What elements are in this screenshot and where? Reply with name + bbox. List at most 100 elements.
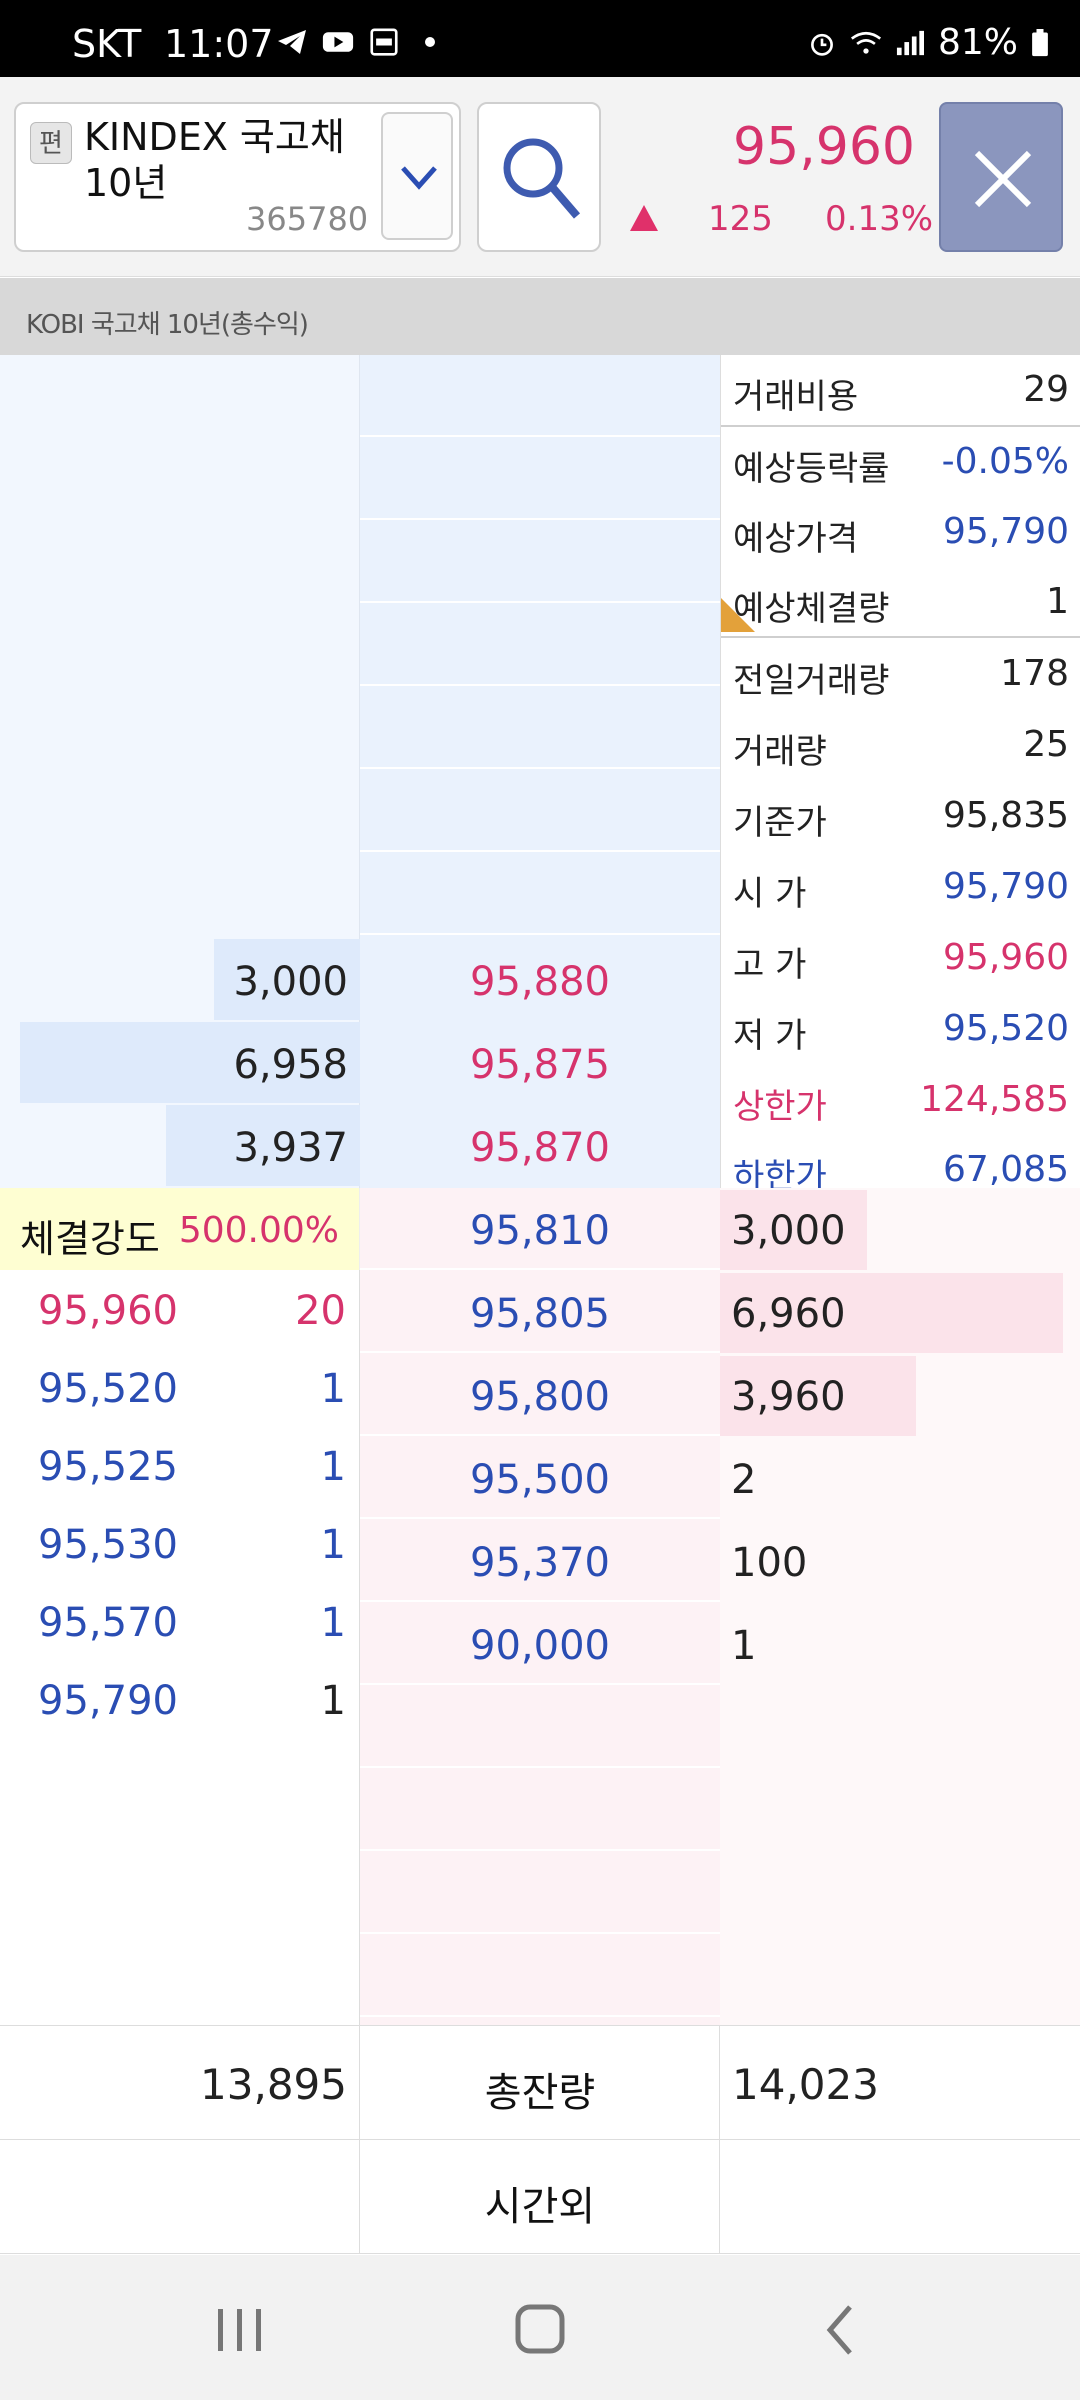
change-percent: 0.13% [825, 199, 934, 239]
notification-icons [276, 28, 446, 56]
info-value: 67,085 [943, 1149, 1069, 1188]
after-hours-label: 시간외 [484, 2184, 596, 2230]
ask-price: 95,880 [470, 959, 610, 1005]
ask-row[interactable]: 6,958 95,875 [0, 1022, 720, 1105]
search-button[interactable] [477, 102, 601, 252]
info-label: 기준가 [733, 803, 827, 843]
trade-row: 95,530 1 [0, 1504, 360, 1582]
info-label: 거래량 [733, 732, 827, 772]
trade-price: 95,520 [38, 1366, 178, 1412]
trade-price: 95,525 [38, 1444, 178, 1490]
empty-bid-row[interactable] [360, 1935, 720, 2017]
edit-badge[interactable]: 편 [30, 122, 72, 164]
bid-price[interactable]: 95,805 [360, 1291, 720, 1337]
recent-apps-button[interactable] [200, 2295, 280, 2365]
wifi-icon [850, 31, 882, 54]
info-value: 95,790 [943, 511, 1069, 552]
trade-qty: 1 [320, 1678, 346, 1724]
empty-ask-row[interactable] [360, 687, 720, 769]
after-hours-ask-cell [0, 2140, 360, 2254]
info-value: 95,835 [943, 795, 1069, 836]
bid-qty: 2 [731, 1457, 757, 1503]
back-button[interactable] [800, 2295, 880, 2365]
ask-price: 95,870 [470, 1125, 610, 1171]
info-label: 예상등락률 [733, 449, 890, 489]
info-value: -0.05% [941, 441, 1069, 482]
empty-ask-row[interactable] [360, 355, 720, 437]
youtube-icon [322, 32, 354, 52]
info-value: 29 [1023, 369, 1069, 410]
empty-ask-row[interactable] [360, 770, 720, 852]
dropdown-button[interactable] [381, 112, 453, 240]
info-prev-volume: 전일거래량 178 [721, 639, 1080, 709]
empty-bid-row[interactable] [360, 1852, 720, 1934]
index-label: KOBI 국고채 10년(총수익) [26, 310, 309, 340]
trade-price: 95,790 [38, 1678, 178, 1724]
dot-icon [425, 37, 435, 47]
ask-qty: 3,937 [233, 1125, 348, 1171]
recent-apps-icon [218, 2309, 261, 2351]
after-hours-row: 시간외 [0, 2140, 1080, 2254]
info-volume: 거래량 25 [721, 710, 1080, 780]
trade-row: 95,790 1 [0, 1660, 360, 1738]
info-value: 25 [1023, 724, 1069, 765]
info-low: 저 가 95,520 [721, 994, 1080, 1064]
close-icon [974, 150, 1032, 208]
trade-row: 95,570 1 [0, 1582, 360, 1660]
trade-qty: 20 [295, 1288, 346, 1334]
bid-price[interactable]: 95,810 [360, 1208, 720, 1254]
battery-icon [1032, 28, 1048, 56]
change-value: 125 [708, 199, 773, 239]
empty-ask-row[interactable] [360, 604, 720, 686]
info-value: 95,790 [943, 866, 1069, 907]
info-expected-rate: 예상등락률 -0.05% [721, 427, 1080, 497]
empty-ask-row[interactable] [360, 438, 720, 520]
strength-value: 500.00% [178, 1210, 339, 1251]
bid-qty: 3,960 [731, 1374, 846, 1420]
alarm-icon [811, 33, 833, 56]
empty-bid-row[interactable] [360, 1686, 720, 1768]
bid-price[interactable]: 95,500 [360, 1457, 720, 1503]
info-label: 예상체결량 [733, 589, 890, 629]
index-bar: KOBI 국고채 10년(총수익) [0, 278, 1080, 355]
after-hours-bid-cell [720, 2140, 1080, 2254]
stock-code: 365780 [246, 200, 369, 238]
bid-qty: 6,960 [731, 1291, 846, 1337]
trade-price: 95,530 [38, 1522, 178, 1568]
divider [721, 636, 1080, 638]
order-book: 3,000 95,880 6,958 95,875 3,937 95,870 거… [0, 355, 1080, 2025]
info-label: 하한가 [733, 1157, 827, 1188]
ask-row[interactable]: 3,000 95,880 [0, 939, 720, 1022]
total-remaining-row: 13,895 총잔량 14,023 [0, 2026, 1080, 2140]
bid-qty: 3,000 [731, 1208, 846, 1254]
empty-bid-row[interactable] [360, 1769, 720, 1851]
trade-qty: 1 [320, 1600, 346, 1646]
up-arrow-icon [630, 205, 658, 231]
trade-qty: 1 [320, 1444, 346, 1490]
stock-selector[interactable]: 편 KINDEX 국고채10년 365780 [14, 102, 461, 252]
stock-header: 편 KINDEX 국고채10년 365780 95,960 125 0.13% [0, 77, 1080, 277]
strength-label: 체결강도 [20, 1217, 160, 1261]
bid-price[interactable]: 95,370 [360, 1540, 720, 1586]
bid-price[interactable]: 95,800 [360, 1374, 720, 1420]
empty-ask-row[interactable] [360, 853, 720, 935]
payco-icon [370, 28, 398, 56]
telegram-icon [278, 30, 306, 54]
info-label: 저 가 [733, 1016, 807, 1056]
ask-row[interactable]: 3,937 95,870 [0, 1105, 720, 1188]
info-open: 시 가 95,790 [721, 852, 1080, 922]
ask-total-cell: 13,895 [0, 2026, 360, 2140]
current-price: 95,960 [733, 117, 915, 177]
system-icons: 81% [806, 22, 1050, 63]
search-icon [503, 138, 581, 219]
trade-row: 95,520 1 [0, 1348, 360, 1426]
info-base-price: 기준가 95,835 [721, 781, 1080, 851]
trade-row: 95,960 20 [0, 1270, 360, 1348]
info-trade-cost: 거래비용 29 [721, 355, 1080, 425]
home-button[interactable] [500, 2295, 580, 2365]
info-value: 178 [1000, 653, 1069, 694]
close-button[interactable] [939, 102, 1063, 252]
empty-ask-row[interactable] [360, 521, 720, 603]
info-label: 예상가격 [733, 519, 859, 559]
bid-price[interactable]: 90,000 [360, 1623, 720, 1669]
